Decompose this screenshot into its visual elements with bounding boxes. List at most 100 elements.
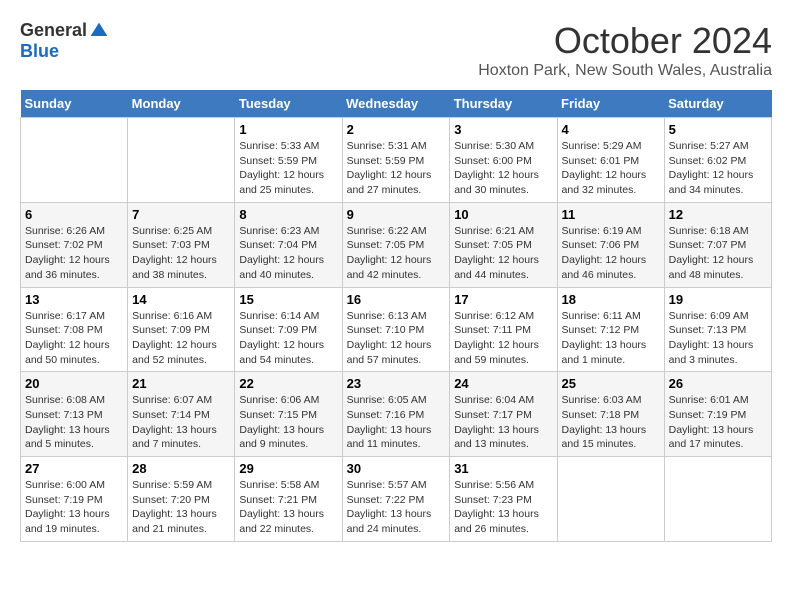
calendar-cell bbox=[128, 118, 235, 203]
calendar-cell: 28 Sunrise: 5:59 AM Sunset: 7:20 PM Dayli… bbox=[128, 457, 235, 542]
calendar-cell: 2Sunrise: 5:31 AM Sunset: 5:59 PM Daylig… bbox=[342, 118, 450, 203]
day-info: Sunrise: 5:59 AM Sunset: 7:20 PM Dayligh… bbox=[132, 478, 230, 537]
week-row-3: 13 Sunrise: 6:17 AM Sunset: 7:08 PM Dayli… bbox=[21, 287, 772, 372]
day-info: Sunrise: 6:19 AM Sunset: 7:06 PM Dayligh… bbox=[562, 224, 660, 283]
calendar-table: SundayMondayTuesdayWednesdayThursdayFrid… bbox=[20, 90, 772, 542]
calendar-cell: 27Sunrise: 6:00 AM Sunset: 7:19 PM Dayli… bbox=[21, 457, 128, 542]
day-info: Sunrise: 6:17 AM Sunset: 7:08 PM Dayligh… bbox=[25, 309, 123, 368]
calendar-cell: 6 Sunrise: 6:26 AM Sunset: 7:02 PM Daylig… bbox=[21, 202, 128, 287]
day-info: Sunrise: 6:18 AM Sunset: 7:07 PM Dayligh… bbox=[669, 224, 767, 283]
day-number: 5 bbox=[669, 122, 767, 137]
logo-blue-text: Blue bbox=[20, 41, 59, 62]
day-number: 13 bbox=[25, 292, 123, 307]
day-number: 31 bbox=[454, 461, 552, 476]
calendar-cell: 4Sunrise: 5:29 AM Sunset: 6:01 PM Daylig… bbox=[557, 118, 664, 203]
header-sunday: Sunday bbox=[21, 90, 128, 118]
day-info: Sunrise: 6:16 AM Sunset: 7:09 PM Dayligh… bbox=[132, 309, 230, 368]
day-number: 15 bbox=[239, 292, 337, 307]
day-info: Sunrise: 6:03 AM Sunset: 7:18 PM Dayligh… bbox=[562, 393, 660, 452]
calendar-cell: 16 Sunrise: 6:13 AM Sunset: 7:10 PM Dayli… bbox=[342, 287, 450, 372]
day-info: Sunrise: 6:22 AM Sunset: 7:05 PM Dayligh… bbox=[347, 224, 446, 283]
day-info: Sunrise: 6:08 AM Sunset: 7:13 PM Dayligh… bbox=[25, 393, 123, 452]
day-number: 11 bbox=[562, 207, 660, 222]
calendar-cell: 29Sunrise: 5:58 AM Sunset: 7:21 PM Dayli… bbox=[235, 457, 342, 542]
calendar-cell: 5 Sunrise: 5:27 AM Sunset: 6:02 PM Daylig… bbox=[664, 118, 771, 203]
day-number: 16 bbox=[347, 292, 446, 307]
day-number: 10 bbox=[454, 207, 552, 222]
logo-icon bbox=[89, 21, 109, 41]
day-info: Sunrise: 6:25 AM Sunset: 7:03 PM Dayligh… bbox=[132, 224, 230, 283]
calendar-cell: 14 Sunrise: 6:16 AM Sunset: 7:09 PM Dayli… bbox=[128, 287, 235, 372]
day-info: Sunrise: 6:26 AM Sunset: 7:02 PM Dayligh… bbox=[25, 224, 123, 283]
header-tuesday: Tuesday bbox=[235, 90, 342, 118]
day-info: Sunrise: 6:07 AM Sunset: 7:14 PM Dayligh… bbox=[132, 393, 230, 452]
calendar-cell: 24 Sunrise: 6:04 AM Sunset: 7:17 PM Dayli… bbox=[450, 372, 557, 457]
day-number: 9 bbox=[347, 207, 446, 222]
day-info: Sunrise: 6:12 AM Sunset: 7:11 PM Dayligh… bbox=[454, 309, 552, 368]
title-section: October 2024 Hoxton Park, New South Wale… bbox=[478, 20, 772, 80]
month-title: October 2024 bbox=[478, 20, 772, 62]
day-number: 30 bbox=[347, 461, 446, 476]
day-number: 6 bbox=[25, 207, 123, 222]
day-number: 28 bbox=[132, 461, 230, 476]
day-number: 23 bbox=[347, 376, 446, 391]
calendar-cell: 13 Sunrise: 6:17 AM Sunset: 7:08 PM Dayli… bbox=[21, 287, 128, 372]
calendar-cell: 19 Sunrise: 6:09 AM Sunset: 7:13 PM Dayli… bbox=[664, 287, 771, 372]
calendar-cell: 7 Sunrise: 6:25 AM Sunset: 7:03 PM Daylig… bbox=[128, 202, 235, 287]
day-info: Sunrise: 6:13 AM Sunset: 7:10 PM Dayligh… bbox=[347, 309, 446, 368]
day-info: Sunrise: 5:27 AM Sunset: 6:02 PM Dayligh… bbox=[669, 139, 767, 198]
calendar-cell: 21 Sunrise: 6:07 AM Sunset: 7:14 PM Dayli… bbox=[128, 372, 235, 457]
week-row-5: 27Sunrise: 6:00 AM Sunset: 7:19 PM Dayli… bbox=[21, 457, 772, 542]
day-info: Sunrise: 6:09 AM Sunset: 7:13 PM Dayligh… bbox=[669, 309, 767, 368]
day-number: 8 bbox=[239, 207, 337, 222]
calendar-cell: 30 Sunrise: 5:57 AM Sunset: 7:22 PM Dayli… bbox=[342, 457, 450, 542]
day-number: 26 bbox=[669, 376, 767, 391]
day-number: 18 bbox=[562, 292, 660, 307]
day-number: 1 bbox=[239, 122, 337, 137]
day-info: Sunrise: 5:58 AM Sunset: 7:21 PM Dayligh… bbox=[239, 478, 337, 537]
day-number: 2 bbox=[347, 122, 446, 137]
day-info: Sunrise: 5:57 AM Sunset: 7:22 PM Dayligh… bbox=[347, 478, 446, 537]
day-info: Sunrise: 6:21 AM Sunset: 7:05 PM Dayligh… bbox=[454, 224, 552, 283]
calendar-cell: 31 Sunrise: 5:56 AM Sunset: 7:23 PM Dayli… bbox=[450, 457, 557, 542]
day-info: Sunrise: 5:30 AM Sunset: 6:00 PM Dayligh… bbox=[454, 139, 552, 198]
calendar-cell: 15Sunrise: 6:14 AM Sunset: 7:09 PM Dayli… bbox=[235, 287, 342, 372]
header-monday: Monday bbox=[128, 90, 235, 118]
day-info: Sunrise: 5:56 AM Sunset: 7:23 PM Dayligh… bbox=[454, 478, 552, 537]
logo: General Blue bbox=[20, 20, 109, 62]
day-number: 7 bbox=[132, 207, 230, 222]
calendar-cell: 17 Sunrise: 6:12 AM Sunset: 7:11 PM Dayli… bbox=[450, 287, 557, 372]
calendar-cell: 1 Sunrise: 5:33 AM Sunset: 5:59 PM Daylig… bbox=[235, 118, 342, 203]
week-row-1: 1 Sunrise: 5:33 AM Sunset: 5:59 PM Daylig… bbox=[21, 118, 772, 203]
logo-general-text: General bbox=[20, 20, 87, 41]
day-number: 19 bbox=[669, 292, 767, 307]
calendar-header-row: SundayMondayTuesdayWednesdayThursdayFrid… bbox=[21, 90, 772, 118]
calendar-cell: 3 Sunrise: 5:30 AM Sunset: 6:00 PM Daylig… bbox=[450, 118, 557, 203]
calendar-cell: 18Sunrise: 6:11 AM Sunset: 7:12 PM Dayli… bbox=[557, 287, 664, 372]
week-row-2: 6 Sunrise: 6:26 AM Sunset: 7:02 PM Daylig… bbox=[21, 202, 772, 287]
day-number: 14 bbox=[132, 292, 230, 307]
day-number: 27 bbox=[25, 461, 123, 476]
day-number: 22 bbox=[239, 376, 337, 391]
location-text: Hoxton Park, New South Wales, Australia bbox=[478, 62, 772, 80]
day-info: Sunrise: 6:05 AM Sunset: 7:16 PM Dayligh… bbox=[347, 393, 446, 452]
day-number: 3 bbox=[454, 122, 552, 137]
day-number: 24 bbox=[454, 376, 552, 391]
day-number: 21 bbox=[132, 376, 230, 391]
day-info: Sunrise: 6:01 AM Sunset: 7:19 PM Dayligh… bbox=[669, 393, 767, 452]
day-info: Sunrise: 5:29 AM Sunset: 6:01 PM Dayligh… bbox=[562, 139, 660, 198]
calendar-cell: 9 Sunrise: 6:22 AM Sunset: 7:05 PM Daylig… bbox=[342, 202, 450, 287]
day-info: Sunrise: 5:33 AM Sunset: 5:59 PM Dayligh… bbox=[239, 139, 337, 198]
day-info: Sunrise: 6:23 AM Sunset: 7:04 PM Dayligh… bbox=[239, 224, 337, 283]
calendar-cell: 11 Sunrise: 6:19 AM Sunset: 7:06 PM Dayli… bbox=[557, 202, 664, 287]
header-thursday: Thursday bbox=[450, 90, 557, 118]
week-row-4: 20Sunrise: 6:08 AM Sunset: 7:13 PM Dayli… bbox=[21, 372, 772, 457]
calendar-cell: 26 Sunrise: 6:01 AM Sunset: 7:19 PM Dayli… bbox=[664, 372, 771, 457]
calendar-cell: 10 Sunrise: 6:21 AM Sunset: 7:05 PM Dayli… bbox=[450, 202, 557, 287]
day-number: 12 bbox=[669, 207, 767, 222]
day-info: Sunrise: 6:04 AM Sunset: 7:17 PM Dayligh… bbox=[454, 393, 552, 452]
header-friday: Friday bbox=[557, 90, 664, 118]
day-number: 17 bbox=[454, 292, 552, 307]
calendar-cell: 25Sunrise: 6:03 AM Sunset: 7:18 PM Dayli… bbox=[557, 372, 664, 457]
header-wednesday: Wednesday bbox=[342, 90, 450, 118]
